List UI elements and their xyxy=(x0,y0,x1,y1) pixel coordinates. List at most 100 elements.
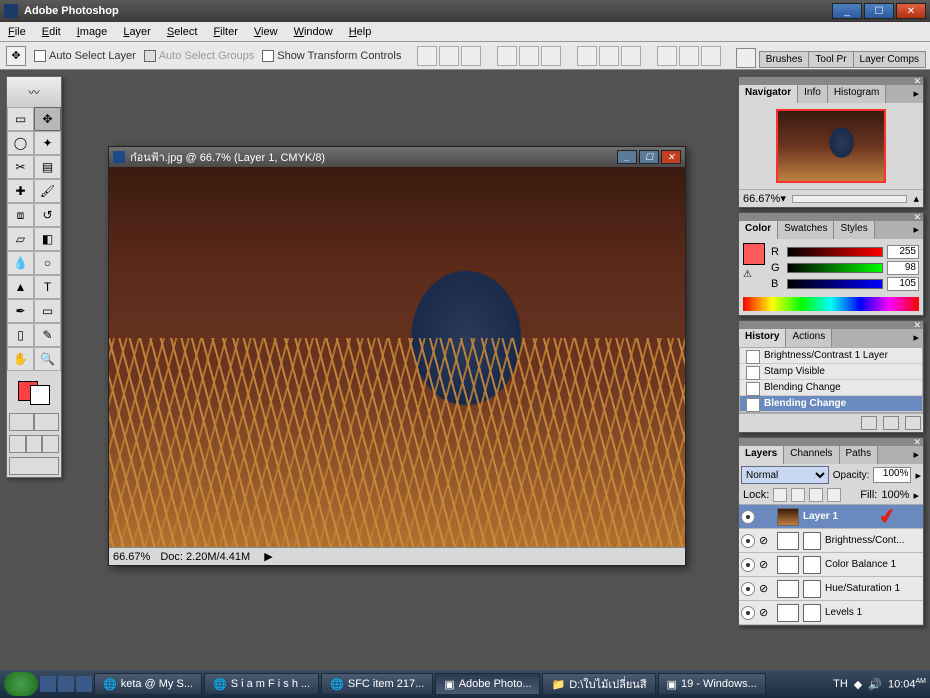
dist-hcenter-icon[interactable] xyxy=(679,46,699,66)
zoom-value[interactable]: 66.67% xyxy=(113,551,150,563)
eyedropper-tool[interactable]: ✎ xyxy=(34,323,61,347)
shape-tool[interactable]: ▭ xyxy=(34,299,61,323)
menu-filter[interactable]: Filter xyxy=(205,24,245,40)
zoom-tool[interactable]: 🔍 xyxy=(34,347,61,371)
blend-mode-select[interactable]: Normal xyxy=(741,466,829,484)
tab-tool-presets[interactable]: Tool Pr xyxy=(808,51,853,68)
fill-flyout-icon[interactable]: ▸ xyxy=(913,489,919,502)
menu-select[interactable]: Select xyxy=(159,24,206,40)
start-button[interactable] xyxy=(4,672,38,696)
healing-tool[interactable]: ✚ xyxy=(7,179,34,203)
color-spectrum[interactable] xyxy=(743,297,919,311)
doc-maximize-button[interactable]: ☐ xyxy=(639,150,659,164)
pen-tool[interactable]: ✒ xyxy=(7,299,34,323)
auto-select-groups-checkbox[interactable]: Auto Select Groups xyxy=(144,50,254,62)
layer-mask[interactable] xyxy=(803,580,821,598)
lasso-tool[interactable]: ◯ xyxy=(7,131,34,155)
new-snapshot-icon[interactable] xyxy=(883,416,899,430)
gamut-warning-icon[interactable]: ⚠ xyxy=(743,269,765,280)
panel-menu-icon[interactable]: ▸ xyxy=(909,221,923,239)
quicklaunch-icon[interactable] xyxy=(40,676,56,692)
layer-row[interactable]: Layer 1 ✔ xyxy=(739,505,923,529)
lock-transparent-icon[interactable] xyxy=(773,488,787,502)
panel-close-icon[interactable]: ✕ xyxy=(913,76,921,87)
align-bottom-icon[interactable] xyxy=(461,46,481,66)
lang-indicator[interactable]: TH xyxy=(833,678,848,690)
magic-wand-tool[interactable]: ✦ xyxy=(34,131,61,155)
doc-close-button[interactable]: ✕ xyxy=(661,150,681,164)
notes-tool[interactable]: ▯ xyxy=(7,323,34,347)
zoom-out-icon[interactable]: ▾ xyxy=(780,192,786,205)
layer-thumbnail[interactable] xyxy=(777,580,799,598)
menu-view[interactable]: View xyxy=(246,24,286,40)
menu-file[interactable]: File xyxy=(0,24,34,40)
move-tool[interactable]: ✥ xyxy=(34,107,61,131)
tab-brushes[interactable]: Brushes xyxy=(759,51,810,68)
layer-thumbnail[interactable] xyxy=(777,556,799,574)
hand-tool[interactable]: ✋ xyxy=(7,347,34,371)
navigator-zoom[interactable]: 66.67% xyxy=(743,193,780,205)
g-slider[interactable] xyxy=(787,263,883,273)
tab-layer-comps[interactable]: Layer Comps xyxy=(853,51,926,68)
lock-pixels-icon[interactable] xyxy=(791,488,805,502)
tab-history[interactable]: History xyxy=(739,329,786,347)
document-canvas[interactable] xyxy=(109,167,685,547)
dist-right-icon[interactable] xyxy=(701,46,721,66)
screen-full-icon[interactable] xyxy=(42,435,59,453)
tray-icon[interactable]: 🔊 xyxy=(868,678,882,691)
trash-icon[interactable] xyxy=(905,416,921,430)
visibility-icon[interactable] xyxy=(741,558,755,572)
panel-close-icon[interactable]: ✕ xyxy=(913,212,921,223)
taskbar-item[interactable]: 🌐S i a m F i s h ... xyxy=(204,673,319,695)
tab-channels[interactable]: Channels xyxy=(784,446,839,464)
window-close-button[interactable]: ✕ xyxy=(896,3,926,19)
type-tool[interactable]: T xyxy=(34,275,61,299)
history-item[interactable]: Blending Change xyxy=(740,396,922,412)
dist-vcenter-icon[interactable] xyxy=(599,46,619,66)
layer-row[interactable]: ⊘ Color Balance 1 xyxy=(739,553,923,577)
tab-info[interactable]: Info xyxy=(798,85,828,103)
link-icon[interactable]: ⊘ xyxy=(759,606,773,620)
r-value[interactable]: 255 xyxy=(887,245,919,259)
jump-to-imageready-icon[interactable] xyxy=(9,457,59,475)
taskbar-item[interactable]: 🌐SFC item 217... xyxy=(321,673,433,695)
layer-row[interactable]: ⊘ Brightness/Cont... xyxy=(739,529,923,553)
layer-thumbnail[interactable] xyxy=(777,532,799,550)
auto-select-layer-checkbox[interactable]: Auto Select Layer xyxy=(34,50,136,62)
screen-full-menu-icon[interactable] xyxy=(26,435,43,453)
visibility-icon[interactable] xyxy=(741,510,755,524)
show-transform-checkbox[interactable]: Show Transform Controls xyxy=(262,50,401,62)
zoom-in-icon[interactable]: ▴ xyxy=(913,192,919,205)
doc-size[interactable]: Doc: 2.20M/4.41M xyxy=(160,551,250,563)
gradient-tool[interactable]: ◧ xyxy=(34,227,61,251)
menu-help[interactable]: Help xyxy=(341,24,380,40)
visibility-icon[interactable] xyxy=(741,534,755,548)
panel-close-icon[interactable]: ✕ xyxy=(913,437,921,448)
color-fg-swatch[interactable] xyxy=(743,243,765,265)
history-brush-tool[interactable]: ↺ xyxy=(34,203,61,227)
layer-thumbnail[interactable] xyxy=(777,604,799,622)
history-item[interactable]: Brightness/Contrast 1 Layer xyxy=(740,348,922,364)
layer-mask[interactable] xyxy=(803,556,821,574)
menu-image[interactable]: Image xyxy=(69,24,116,40)
link-icon[interactable]: ⊘ xyxy=(759,534,773,548)
dist-bottom-icon[interactable] xyxy=(621,46,641,66)
align-vcenter-icon[interactable] xyxy=(439,46,459,66)
slice-tool[interactable]: ▤ xyxy=(34,155,61,179)
dist-top-icon[interactable] xyxy=(577,46,597,66)
dodge-tool[interactable]: ○ xyxy=(34,251,61,275)
align-top-icon[interactable] xyxy=(417,46,437,66)
blur-tool[interactable]: 💧 xyxy=(7,251,34,275)
tab-navigator[interactable]: Navigator xyxy=(739,85,798,103)
link-icon[interactable]: ⊘ xyxy=(759,582,773,596)
g-value[interactable]: 98 xyxy=(887,261,919,275)
taskbar-item[interactable]: 🌐keta @ My S... xyxy=(94,673,202,695)
layer-mask[interactable] xyxy=(803,604,821,622)
document-titlebar[interactable]: ก๋อนฟ้า.jpg @ 66.7% (Layer 1, CMYK/8) _ … xyxy=(109,147,685,167)
dist-left-icon[interactable] xyxy=(657,46,677,66)
fill-value[interactable]: 100% xyxy=(881,489,909,501)
r-slider[interactable] xyxy=(787,247,883,257)
zoom-slider[interactable] xyxy=(792,195,908,203)
tab-color[interactable]: Color xyxy=(739,221,778,239)
taskbar-item[interactable]: ▣19 - Windows... xyxy=(658,673,766,695)
